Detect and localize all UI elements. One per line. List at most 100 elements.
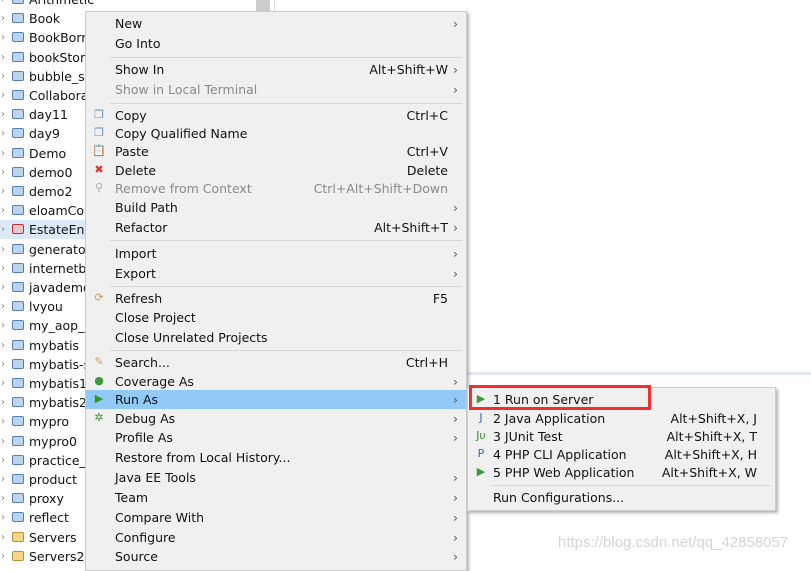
expand-arrow-icon[interactable]: › [1, 393, 5, 412]
menu-item-compare-with[interactable]: Compare With › [86, 508, 466, 527]
folder-icon [12, 358, 24, 369]
delete-icon: ✖ [94, 163, 104, 176]
tree-item[interactable]: › EstateEng [0, 220, 92, 240]
menu-item-java-ee-tools[interactable]: Java EE Tools › [86, 468, 466, 487]
expand-arrow-icon[interactable]: › [1, 528, 5, 547]
expand-arrow-icon[interactable]: › [1, 220, 5, 239]
tree-item-label: mypro0 [29, 433, 77, 449]
expand-arrow-icon[interactable]: › [1, 105, 5, 124]
expand-arrow-icon[interactable]: › [1, 259, 5, 278]
menu-item-restore-from-local-history[interactable]: Restore from Local History... [86, 448, 466, 467]
expand-arrow-icon[interactable]: › [1, 547, 5, 566]
menu-item-source[interactable]: Source › [86, 547, 466, 566]
menu-item-new[interactable]: New › [86, 14, 466, 33]
expand-arrow-icon[interactable]: › [1, 201, 5, 220]
menu-item-go-into[interactable]: Go Into [86, 34, 466, 53]
menu-item-close-project[interactable]: Close Project [86, 308, 466, 327]
tree-item-label: day11 [29, 107, 68, 123]
tree-item-label: practice_ [29, 452, 86, 468]
folder-icon [12, 320, 24, 331]
menu-item-label: Copy [115, 108, 147, 123]
expand-arrow-icon[interactable]: › [1, 67, 5, 86]
expand-arrow-icon[interactable]: › [1, 374, 5, 393]
menu-item-label: Remove from Context [115, 181, 252, 196]
menu-item-coverage-as[interactable]: ● Coverage As › [86, 372, 466, 391]
tree-item-label: bookStor [29, 49, 86, 65]
menu-item-label: Compare With [115, 510, 205, 525]
menu-item-refresh[interactable]: ⟳ Refresh F5 [86, 289, 466, 308]
menu-item-run-configurations[interactable]: Run Configurations... [468, 488, 775, 507]
chevron-right-icon: › [453, 530, 458, 545]
menu-item-label: Build Path [115, 200, 178, 215]
chevron-right-icon: › [453, 490, 458, 505]
tree-item-label: Servers2 [29, 548, 85, 564]
menu-item-profile-as[interactable]: Profile As › [86, 428, 466, 447]
folder-icon [12, 493, 24, 504]
menu-item-label: Java EE Tools [115, 470, 196, 485]
tree-item[interactable]: › Arithmetic [0, 0, 270, 9]
expand-arrow-icon[interactable]: › [1, 297, 5, 316]
menu-separator [110, 240, 462, 241]
expand-arrow-icon[interactable]: › [1, 278, 5, 297]
expand-arrow-icon[interactable]: › [1, 432, 5, 451]
menu-item-import[interactable]: Import › [86, 244, 466, 263]
tree-item-label: generato [29, 241, 86, 257]
expand-arrow-icon[interactable]: › [1, 508, 5, 527]
menu-item-label: Search... [115, 355, 170, 370]
menu-item-5-php-web-application[interactable]: ▶ 5 PHP Web Application Alt+Shift+X, W [468, 463, 775, 482]
expand-arrow-icon[interactable]: › [1, 182, 5, 201]
java-app-icon: J [479, 411, 483, 424]
open-folder-icon [12, 550, 24, 561]
copy-icon: ❐ [94, 108, 104, 121]
menu-item-debug-as[interactable]: ✲ Debug As › [86, 409, 466, 428]
menu-item-label: Close Unrelated Projects [115, 330, 268, 345]
menu-item-paste[interactable]: 📋 Paste Ctrl+V [86, 142, 466, 161]
menu-separator [110, 57, 462, 58]
menu-item-3-junit-test[interactable]: Jυ 3 JUnit Test Alt+Shift+X, T [468, 427, 775, 446]
expand-arrow-icon[interactable]: › [1, 124, 5, 143]
expand-arrow-icon[interactable]: › [1, 86, 5, 105]
expand-arrow-icon[interactable]: › [1, 316, 5, 335]
menu-item-label: 2 Java Application [493, 411, 606, 426]
menu-item-delete[interactable]: ✖ Delete Delete [86, 161, 466, 180]
menu-item-configure[interactable]: Configure › [86, 528, 466, 547]
expand-arrow-icon[interactable]: › [1, 412, 5, 431]
expand-arrow-icon[interactable]: › [1, 144, 5, 163]
menu-item-2-java-application[interactable]: J 2 Java Application Alt+Shift+X, J [468, 409, 775, 428]
shortcut-label: Alt+Shift+X, W [661, 465, 757, 480]
menu-item-close-unrelated-projects[interactable]: Close Unrelated Projects [86, 328, 466, 347]
run-icon: ▶ [94, 392, 104, 405]
menu-item-run-as[interactable]: ▶ Run As › [86, 390, 466, 409]
chevron-right-icon: › [453, 411, 458, 426]
expand-arrow-icon[interactable]: › [1, 355, 5, 374]
expand-arrow-icon[interactable]: › [1, 470, 5, 489]
folder-icon [12, 90, 24, 100]
tree-item-label: Arithmetic [29, 0, 94, 9]
chevron-right-icon: › [453, 374, 458, 389]
expand-arrow-icon[interactable]: › [1, 9, 5, 28]
refresh-icon: ⟳ [94, 291, 104, 304]
expand-arrow-icon[interactable]: › [1, 0, 5, 9]
chevron-right-icon: › [453, 16, 458, 31]
expand-arrow-icon[interactable]: › [1, 451, 5, 470]
menu-item-copy-qualified-name[interactable]: ❐ Copy Qualified Name [86, 124, 466, 143]
menu-item-copy[interactable]: ❐ Copy Ctrl+C [86, 106, 466, 125]
expand-arrow-icon[interactable]: › [1, 48, 5, 67]
menu-item-search[interactable]: ✎ Search... Ctrl+H [86, 353, 466, 372]
expand-arrow-icon[interactable]: › [1, 163, 5, 182]
expand-arrow-icon[interactable]: › [1, 489, 5, 508]
expand-arrow-icon[interactable]: › [1, 336, 5, 355]
expand-arrow-icon[interactable]: › [1, 240, 5, 259]
menu-item-build-path[interactable]: Build Path › [86, 198, 466, 217]
menu-item-export[interactable]: Export › [86, 264, 466, 283]
menu-item-team[interactable]: Team › [86, 488, 466, 507]
menu-item-label: Run Configurations... [493, 490, 625, 505]
menu-item-4-php-cli-application[interactable]: P 4 PHP CLI Application Alt+Shift+X, H [468, 445, 775, 464]
chevron-right-icon: › [453, 82, 458, 97]
menu-item-refactor[interactable]: Refactor Alt+Shift+T › [86, 218, 466, 237]
tree-item-label: lvyou [29, 299, 63, 315]
expand-arrow-icon[interactable]: › [1, 28, 5, 47]
shortcut-label: Alt+Shift+X, J [670, 411, 757, 426]
menu-item-label: Close Project [115, 310, 196, 325]
menu-item-show-in[interactable]: Show In Alt+Shift+W › [86, 60, 466, 79]
